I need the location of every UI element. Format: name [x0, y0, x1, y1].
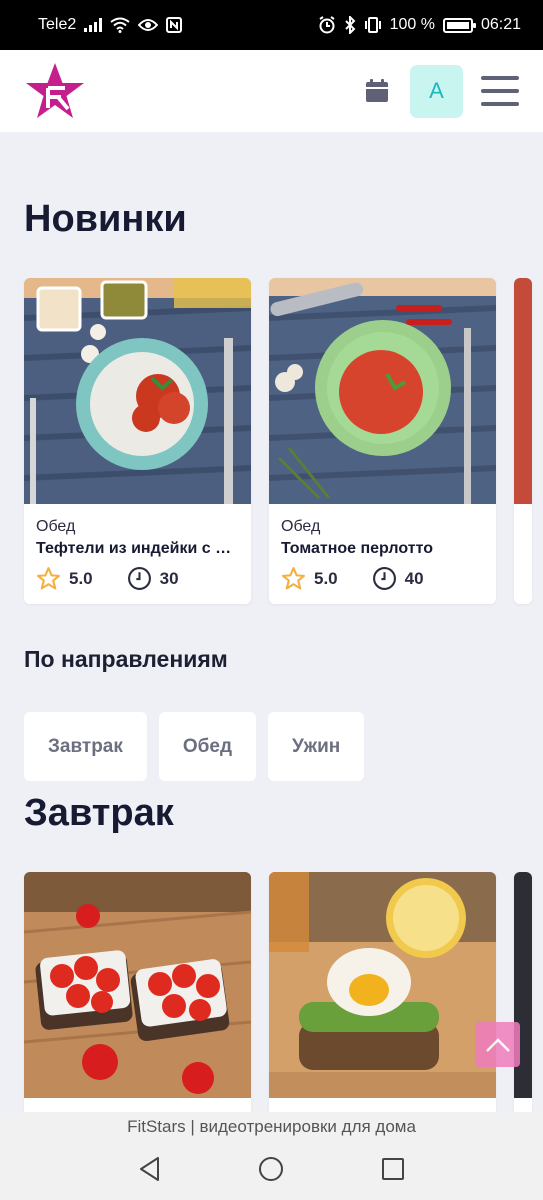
new-carousel[interactable]: Обед Тефтели из индейки с рисом 5.0 30 [24, 278, 532, 604]
recipe-image [514, 278, 532, 504]
vibrate-icon [364, 17, 381, 33]
recipe-card-peek[interactable] [514, 278, 532, 604]
section-title-directions: По направлениям [24, 646, 228, 672]
recipe-card[interactable]: Обед Тефтели из индейки с рисом 5.0 30 [24, 278, 251, 604]
logo-star-icon[interactable] [24, 61, 86, 121]
nfc-icon [166, 17, 183, 33]
recipe-image [24, 872, 251, 1098]
calendar-icon[interactable] [364, 78, 390, 104]
avatar[interactable]: A [410, 64, 463, 118]
recipe-rating: 5.0 [69, 568, 93, 588]
chip-dinner[interactable]: Ужин [268, 712, 365, 781]
recipe-time: 30 [159, 568, 179, 588]
status-bar: Tele2 100 % 06:21 [0, 0, 543, 50]
recipe-rating: 5.0 [314, 568, 338, 588]
back-icon[interactable] [138, 1156, 162, 1187]
signal-icon [84, 18, 103, 32]
bluetooth-icon [344, 16, 355, 34]
clock-icon [372, 567, 396, 590]
star-icon [37, 567, 60, 590]
recipe-category: Обед [281, 518, 321, 535]
clock-time: 06:21 [480, 16, 521, 33]
battery-icon [442, 17, 476, 33]
alarm-icon [319, 16, 335, 34]
section-title-new: Новинки [24, 198, 187, 240]
direction-chips: Завтрак Обед Ужин [24, 712, 365, 781]
chip-lunch[interactable]: Обед [158, 712, 257, 781]
recents-icon[interactable] [381, 1157, 405, 1186]
battery-percent: 100 % [389, 16, 435, 33]
recipe-image [269, 278, 496, 504]
recipe-card[interactable]: Обед Томатное перлотто 5.0 40 [269, 278, 496, 604]
chip-breakfast[interactable]: Завтрак [24, 712, 147, 781]
recipe-category: Обед [36, 518, 76, 535]
carrier-label: Tele2 [38, 16, 77, 33]
eye-icon [138, 19, 159, 31]
menu-icon[interactable] [481, 76, 519, 106]
home-icon[interactable] [258, 1156, 284, 1187]
wifi-icon [110, 17, 130, 33]
star-icon [282, 567, 305, 590]
chevron-up-icon [485, 1037, 510, 1052]
recipe-image [24, 278, 251, 504]
recipe-time: 40 [404, 568, 424, 588]
recipe-image [269, 872, 496, 1098]
avatar-letter: A [429, 78, 444, 103]
section-title-breakfast: Завтрак [24, 792, 174, 834]
recipe-title: Томатное перлотто [281, 540, 433, 557]
recipe-title: Тефтели из индейки с рисом [36, 540, 239, 557]
browser-page-title: FitStars | видеотренировки для дома [0, 1112, 543, 1142]
app-header: A [0, 50, 543, 132]
system-nav-bar [0, 1142, 543, 1200]
clock-icon [127, 567, 151, 590]
scroll-to-top-button[interactable] [475, 1022, 520, 1067]
